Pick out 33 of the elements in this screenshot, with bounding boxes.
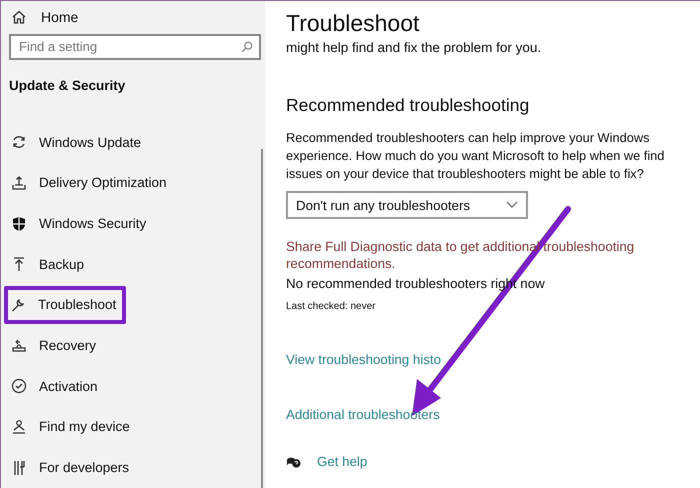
sidebar-item[interactable]: Troubleshoot [4, 286, 126, 324]
shield-icon [11, 216, 27, 232]
troubleshoot-dropdown[interactable]: Don't run any troubleshooters [286, 191, 528, 219]
home-link[interactable]: Home [9, 1, 257, 34]
intro-text: might help find and fix the problem for you. [286, 40, 542, 55]
description-text: Recommended troubleshooters can help improve your Windows experience. How much do you want Microsoft to help when we find issues on your device that troubleshooters might be able to fix? [286, 129, 666, 183]
check-circle-icon [11, 378, 27, 394]
sidebar-item[interactable]: Delivery Optimization [5, 162, 171, 204]
sync-icon [11, 134, 27, 150]
upload-tray-icon [11, 174, 27, 191]
section-title: Recommended troubleshooting [286, 95, 530, 116]
recovery-icon [11, 338, 27, 354]
sidebar-item[interactable]: Find my device [5, 406, 134, 448]
page-title: Troubleshoot [286, 10, 420, 37]
sidebar-item[interactable]: For developers [5, 447, 134, 488]
history-link[interactable]: View troubleshooting histo [286, 352, 441, 367]
get-help-link[interactable]: Get help [317, 454, 368, 469]
section-heading: Update & Security [9, 78, 126, 95]
upload-arrow-icon [11, 256, 27, 272]
wrench-icon [10, 296, 26, 313]
person-icon [11, 418, 27, 435]
search-icon [241, 40, 253, 53]
sidebar-item[interactable]: Activation [5, 366, 102, 407]
sidebar-item[interactable]: Windows Security [5, 203, 150, 244]
chevron-down-icon [506, 201, 518, 209]
home-icon [11, 9, 27, 26]
search-field[interactable]: Find a setting [9, 34, 261, 60]
scrollbar[interactable] [261, 149, 263, 488]
sidebar-item[interactable]: Recovery [5, 325, 100, 366]
sidebar-item[interactable]: Windows Update [5, 122, 146, 162]
last-checked-text: Last checked: never [286, 301, 376, 312]
sidebar-item[interactable]: Backup [5, 244, 88, 285]
additional-troubleshooters-link[interactable]: Additional troubleshooters [286, 407, 440, 422]
